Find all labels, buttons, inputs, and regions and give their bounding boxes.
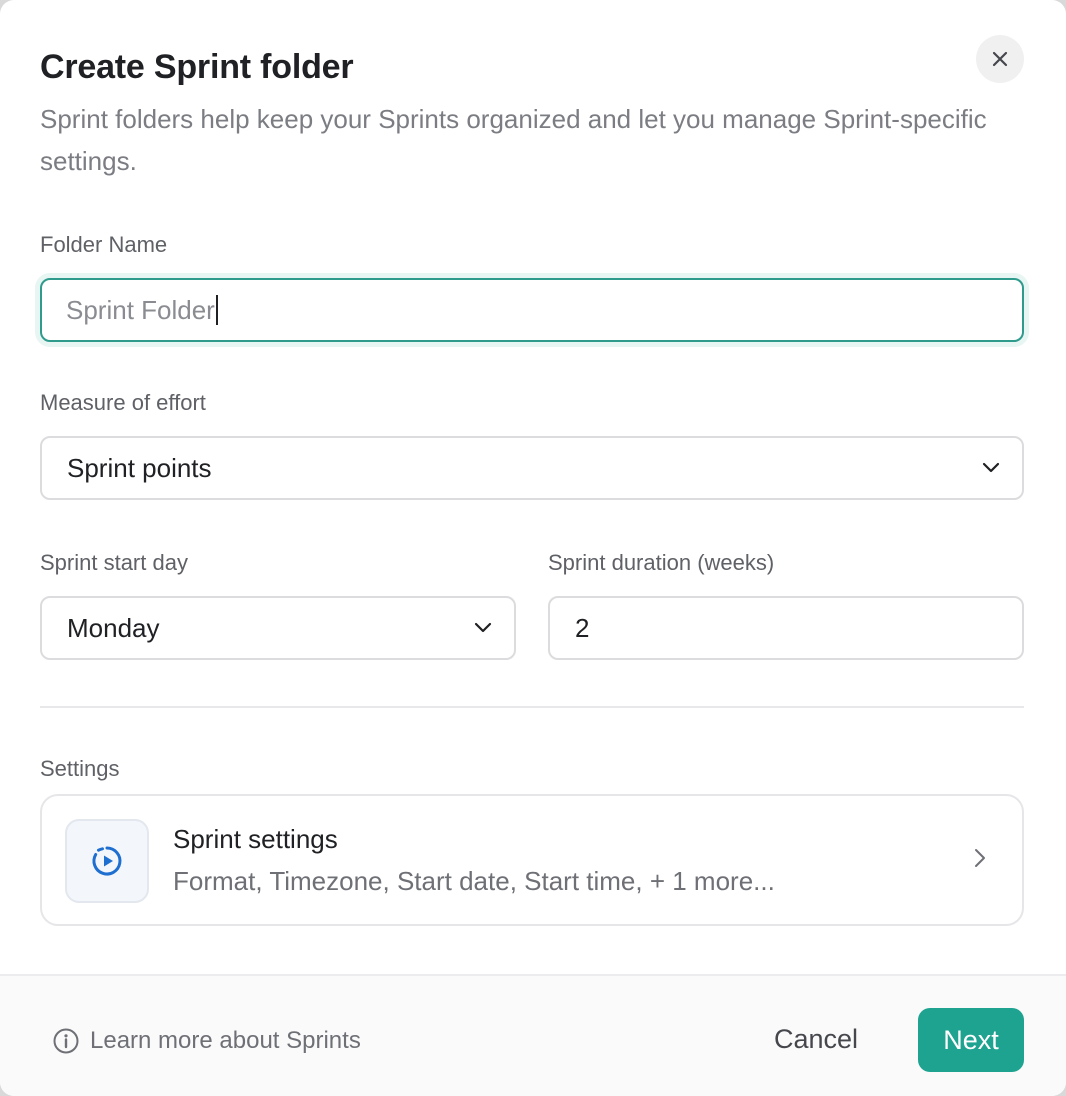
chevron-down-icon [982,462,1000,474]
close-icon [991,50,1009,68]
sprint-start-day-label: Sprint start day [40,550,188,575]
next-button[interactable]: Next [918,1008,1024,1072]
sprint-play-icon [90,844,124,878]
chevron-right-icon [974,848,986,868]
section-divider [40,706,1024,708]
info-icon [52,1027,80,1055]
sprint-duration-value: 2 [575,612,590,643]
sprint-duration-input[interactable]: 2 [548,596,1024,660]
cancel-button[interactable]: Cancel [760,1008,872,1070]
dialog-title: Create Sprint folder [40,48,354,86]
folder-name-placeholder: Sprint Folder [66,294,215,325]
settings-section-label: Settings [40,756,120,781]
sprint-start-day-select[interactable]: Monday [40,596,516,660]
sprint-duration-label: Sprint duration (weeks) [548,550,775,575]
folder-name-input[interactable]: Sprint Folder [40,278,1024,342]
measure-of-effort-value: Sprint points [67,452,212,483]
folder-name-label: Folder Name [40,232,168,257]
close-button[interactable] [976,35,1024,83]
sprint-settings-description: Format, Timezone, Start date, Start time… [173,866,775,896]
learn-more-text: Learn more about Sprints [90,1027,361,1054]
dialog-footer: Learn more about Sprints Cancel Next [0,974,1066,1096]
sprint-settings-title: Sprint settings [173,824,338,854]
sprint-settings-icon-box [65,819,149,903]
dialog-subtitle: Sprint folders help keep your Sprints or… [40,104,987,176]
sprint-start-day-value: Monday [67,612,160,643]
text-caret [215,295,218,325]
measure-of-effort-label: Measure of effort [40,390,206,415]
create-sprint-folder-dialog: Create Sprint folder Sprint folders help… [0,0,1066,1096]
learn-more-link[interactable]: Learn more about Sprints [52,1027,361,1055]
chevron-down-icon [474,622,492,634]
sprint-settings-card[interactable]: Sprint settings Format, Timezone, Start … [40,794,1024,926]
measure-of-effort-select[interactable]: Sprint points [40,436,1024,500]
